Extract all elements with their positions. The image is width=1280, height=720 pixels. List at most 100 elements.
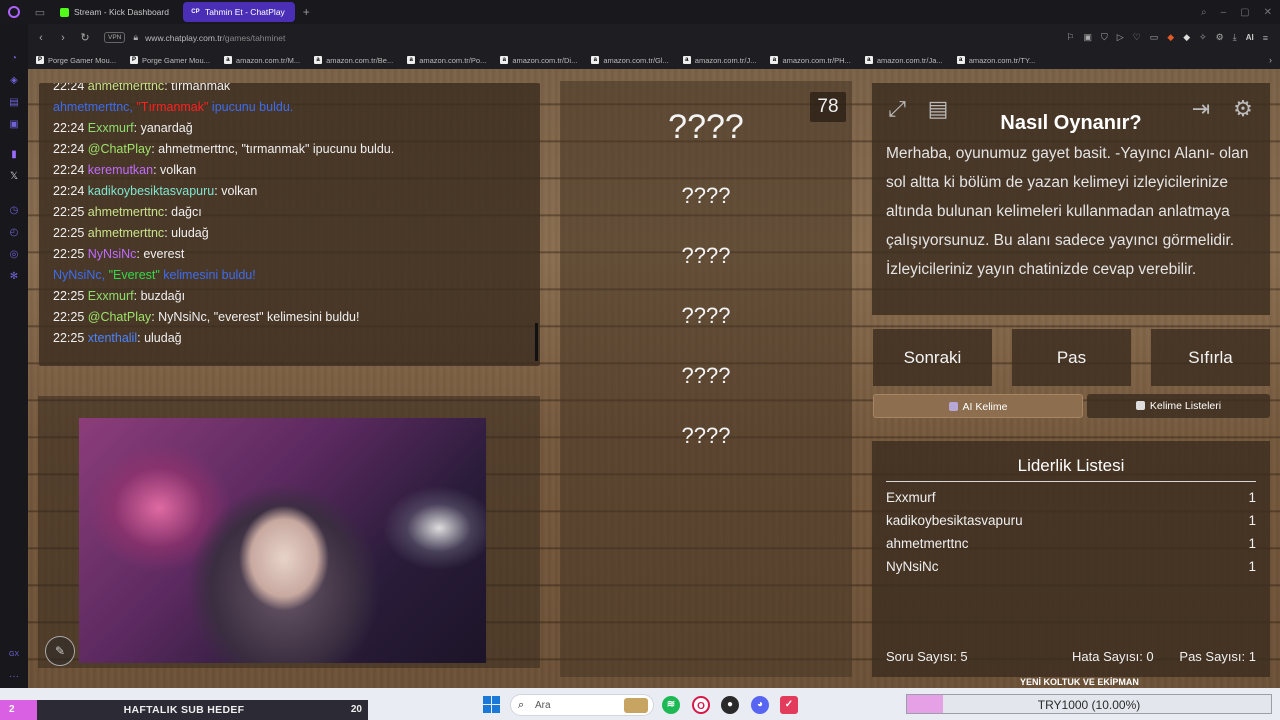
- wallet-icon[interactable]: ⚙: [1216, 32, 1224, 43]
- history-icon[interactable]: ◷: [7, 204, 21, 218]
- pocket-app-icon[interactable]: ✓: [780, 696, 798, 714]
- shield-icon[interactable]: ⛉: [1101, 32, 1108, 43]
- bookmark-item[interactable]: a amazon.com.tr/TY...: [956, 56, 1035, 65]
- player-name: kadikoybesiktasvapuru: [886, 513, 1023, 528]
- chat-user: ahmetmerttnc: [87, 83, 165, 93]
- bookmark-item[interactable]: a amazon.com.tr/Po...: [407, 56, 486, 65]
- chat-user: @ChatPlay: [87, 142, 152, 156]
- system-text: ipucunu buldu.: [208, 100, 294, 114]
- chat-time: 22:25: [53, 310, 85, 324]
- next-button[interactable]: Sonraki: [873, 329, 992, 386]
- chat-time: 22:25: [53, 247, 85, 261]
- taskbar-search[interactable]: ⌕ Ara: [510, 694, 654, 716]
- chat-text: ahmetmerttnc, "tırmanmak" ipucunu buldu.: [158, 142, 395, 156]
- spotify-icon[interactable]: ≋: [662, 696, 680, 714]
- download-icon[interactable]: ⤓: [1233, 32, 1237, 43]
- tab-kick-dashboard[interactable]: Stream - Kick Dashboard: [52, 2, 179, 22]
- pass-button[interactable]: Pas: [1012, 329, 1131, 386]
- ai-button[interactable]: AI: [1246, 33, 1254, 42]
- heart-icon[interactable]: ♡: [1133, 32, 1141, 43]
- chat-user: NyNsiNc: [87, 247, 137, 261]
- amazon-icon: a: [223, 56, 232, 64]
- word-lists-label: Kelime Listeleri: [1149, 400, 1222, 412]
- lock-icon[interactable]: 🔒︎: [133, 32, 138, 43]
- bookmark-label: amazon.com.tr/Po...: [419, 55, 487, 65]
- menu-icon[interactable]: ≡: [1263, 33, 1268, 43]
- bookmark-item[interactable]: P Porge Gamer Mou...: [36, 56, 116, 65]
- puzzle-icon[interactable]: ✧: [1199, 32, 1207, 43]
- ai-word-tab[interactable]: AI Kelime: [873, 394, 1083, 418]
- chat-time: 22:24: [53, 83, 85, 93]
- hint-word: ????: [681, 243, 731, 268]
- chat-message: 22:24 @ChatPlay: ahmetmerttnc, "tırmanma…: [53, 142, 394, 156]
- messenger-icon[interactable]: ▤: [7, 96, 21, 110]
- leaderboard-row: Exxmurf 1: [886, 490, 1256, 505]
- new-tab-icon[interactable]: +: [303, 5, 310, 19]
- pencil-icon[interactable]: ✎: [45, 636, 75, 666]
- reset-button[interactable]: Sıfırla: [1151, 329, 1270, 386]
- opera-logo[interactable]: [0, 0, 28, 24]
- extension-fire-icon[interactable]: ◆: [1167, 32, 1174, 43]
- bookmark-item[interactable]: a amazon.com.tr/Di...: [500, 56, 577, 65]
- vpn-badge[interactable]: VPN: [104, 32, 126, 43]
- ai-word-label: AI Kelime: [962, 401, 1008, 413]
- player-icon[interactable]: ▣: [7, 118, 21, 132]
- bookmark-item[interactable]: a amazon.com.tr/Gl...: [591, 56, 669, 65]
- opera-taskbar-icon[interactable]: O: [692, 696, 710, 714]
- minimize-icon[interactable]: –: [1221, 7, 1227, 18]
- twitch-icon[interactable]: ▮: [7, 148, 21, 162]
- pinboard-icon[interactable]: ◎: [7, 248, 21, 262]
- bookmark-item[interactable]: a amazon.com.tr/M...: [223, 56, 300, 65]
- extension-icon[interactable]: ◆: [1183, 32, 1190, 43]
- crypto-wallet-icon[interactable]: ◈: [7, 74, 21, 88]
- player-name: NyNsiNc: [886, 559, 939, 574]
- discord-icon[interactable]: ◕: [751, 696, 769, 714]
- back-icon[interactable]: ‹: [32, 32, 50, 44]
- tab-chatplay[interactable]: CP Tahmin Et - ChatPlay: [182, 2, 295, 22]
- tab-workspaces-icon[interactable]: ▭: [28, 0, 52, 24]
- url-field[interactable]: www.chatplay.com.tr/games/tahminet: [145, 33, 285, 43]
- chat-user: keremutkan: [87, 163, 154, 177]
- word-lists-tab[interactable]: Kelime Listeleri: [1087, 394, 1270, 418]
- chat-scrollbar[interactable]: [535, 323, 538, 361]
- chat-time: 22:25: [53, 289, 85, 303]
- amazon-icon: a: [314, 56, 323, 64]
- bookmark-item[interactable]: a amazon.com.tr/PH...: [770, 56, 851, 65]
- pass-count: Pas Sayısı: 1: [1179, 649, 1256, 664]
- aria-icon[interactable]: ◔: [7, 52, 21, 66]
- x-twitter-icon[interactable]: 𝕏: [7, 170, 21, 184]
- chat-message: 22:25 ahmetmerttnc: dağcı: [53, 205, 202, 219]
- more-icon[interactable]: ···: [7, 670, 21, 684]
- maximize-icon[interactable]: ▢: [1240, 7, 1249, 18]
- close-icon[interactable]: ✕: [1264, 7, 1272, 18]
- search-tabs-icon[interactable]: ⌕: [1201, 7, 1207, 18]
- chat-message: 22:25 NyNsiNc: everest: [53, 247, 184, 261]
- bookmark-item[interactable]: a amazon.com.tr/Ja...: [864, 56, 943, 65]
- windows-start-icon[interactable]: [483, 696, 501, 714]
- bookmarks-overflow-icon[interactable]: ›: [1269, 55, 1272, 65]
- chat-text: volkan: [221, 184, 258, 198]
- chat-text: dağcı: [171, 205, 202, 219]
- bookmark-item[interactable]: a amazon.com.tr/Be...: [314, 56, 393, 65]
- error-count: Hata Sayısı: 0: [1072, 649, 1154, 664]
- reload-icon[interactable]: ↻: [76, 31, 94, 44]
- system-sep: ,: [101, 268, 109, 282]
- bookmark-item[interactable]: P Porge Gamer Mou...: [129, 56, 210, 65]
- leaderboard-row: kadikoybesiktasvapuru 1: [886, 513, 1256, 528]
- bookmark-icon[interactable]: ⚐: [1066, 32, 1074, 43]
- forward-icon[interactable]: ›: [54, 32, 72, 44]
- word-column: ???? ???? ???? ???? ???? ????: [560, 81, 852, 677]
- gx-icon[interactable]: GX: [7, 648, 21, 662]
- clock-icon[interactable]: ◴: [7, 226, 21, 240]
- bookmark-item[interactable]: a amazon.com.tr/J...: [682, 56, 756, 65]
- settings-icon[interactable]: ✻: [7, 270, 21, 284]
- obs-icon[interactable]: ●: [721, 696, 739, 714]
- hint-word: ????: [681, 363, 731, 388]
- play-icon[interactable]: ▷: [1117, 32, 1124, 43]
- chat-text: yanardağ: [140, 121, 193, 135]
- snapshot-icon[interactable]: ▣: [1083, 32, 1092, 43]
- chat-user: Exxmurf: [87, 289, 134, 303]
- chat-user: ahmetmerttnc: [87, 226, 165, 240]
- player-score: 1: [1248, 536, 1256, 551]
- extension-icon[interactable]: ▭: [1150, 32, 1159, 43]
